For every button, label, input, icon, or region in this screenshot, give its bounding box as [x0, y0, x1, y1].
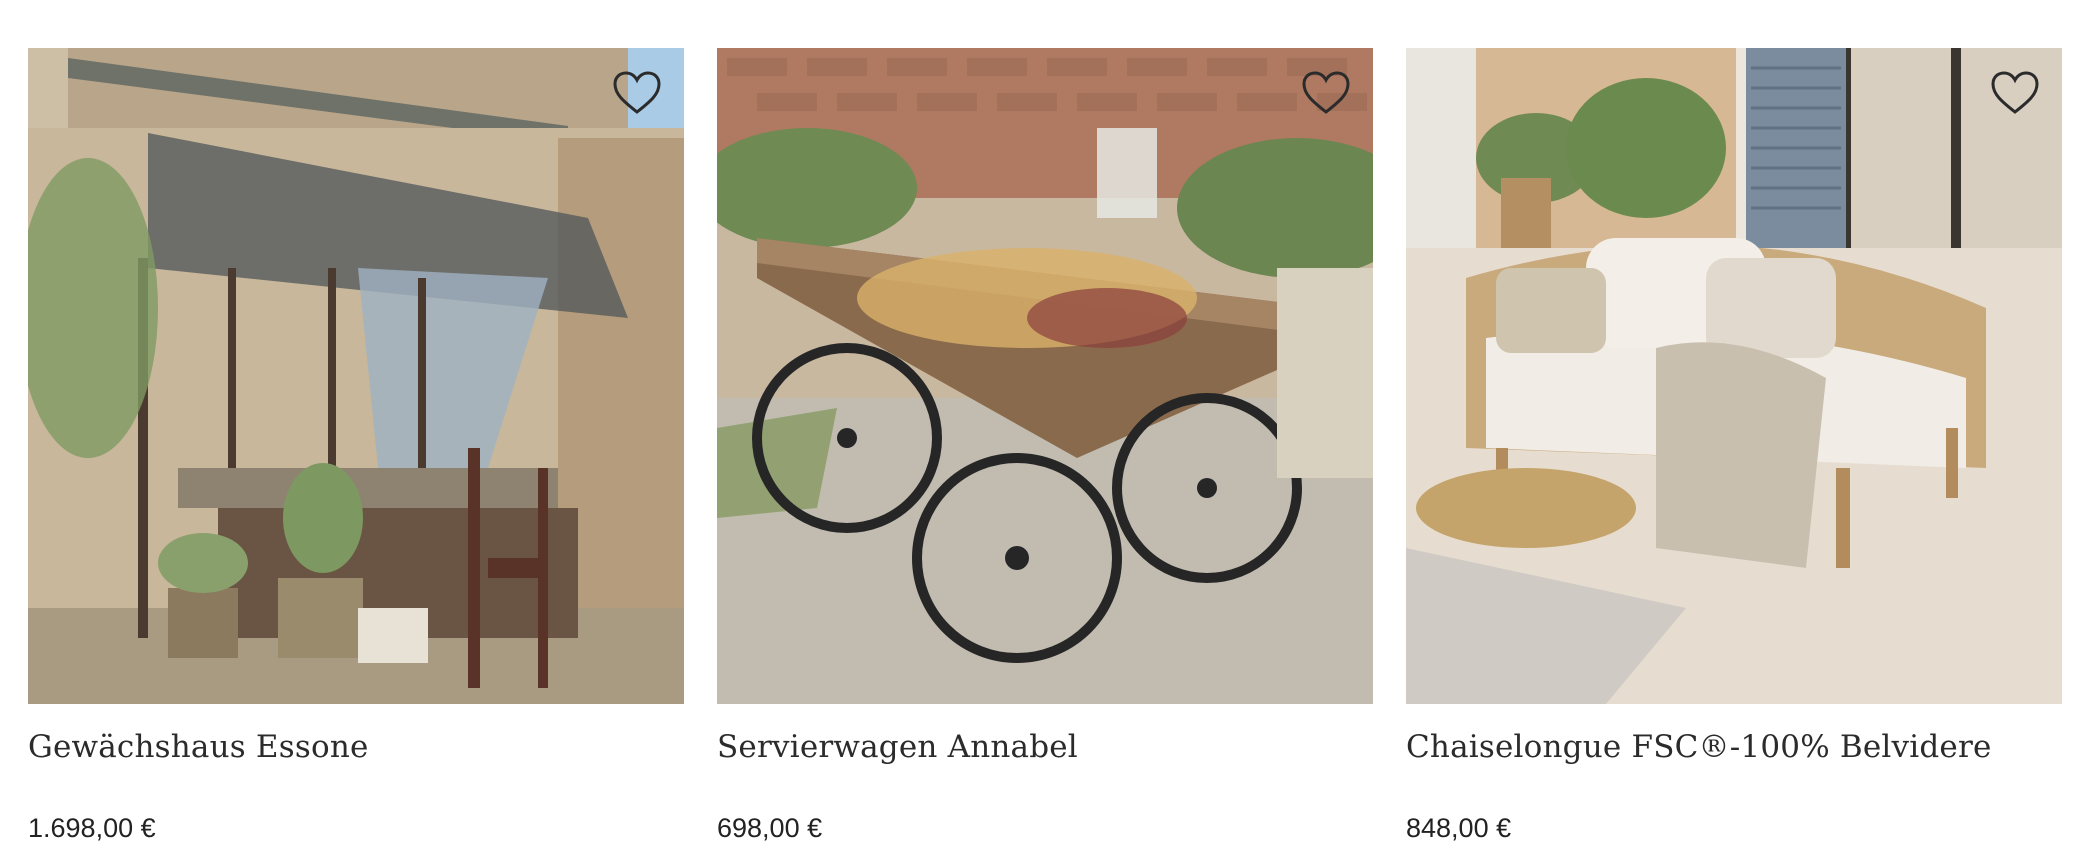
product-title[interactable]: Chaiselongue FSC®-100% Belvidere [1406, 724, 2062, 772]
product-price: 698,00 € [717, 813, 823, 843]
product-price: 1.698,00 € [28, 813, 156, 843]
product-card[interactable]: Gewächshaus Essone 1.698,00 € [28, 48, 684, 846]
product-image[interactable] [717, 48, 1373, 704]
product-card[interactable]: Chaiselongue FSC®-100% Belvidere 848,00 … [1406, 48, 2062, 846]
product-title[interactable]: Gewächshaus Essone [28, 724, 684, 772]
product-card[interactable]: Servierwagen Annabel 698,00 € [717, 48, 1373, 846]
heart-icon[interactable] [1990, 70, 2040, 116]
product-image[interactable] [28, 48, 684, 704]
product-title[interactable]: Servierwagen Annabel [717, 724, 1373, 772]
greenhouse-photo [28, 48, 684, 704]
serving-cart-photo [717, 48, 1373, 704]
heart-icon[interactable] [612, 70, 662, 116]
product-image[interactable] [1406, 48, 2062, 704]
product-price: 848,00 € [1406, 813, 1512, 843]
chaise-longue-photo [1406, 48, 2062, 704]
heart-icon[interactable] [1301, 70, 1351, 116]
product-grid: Gewächshaus Essone 1.698,00 € Servierwag… [28, 48, 2062, 846]
